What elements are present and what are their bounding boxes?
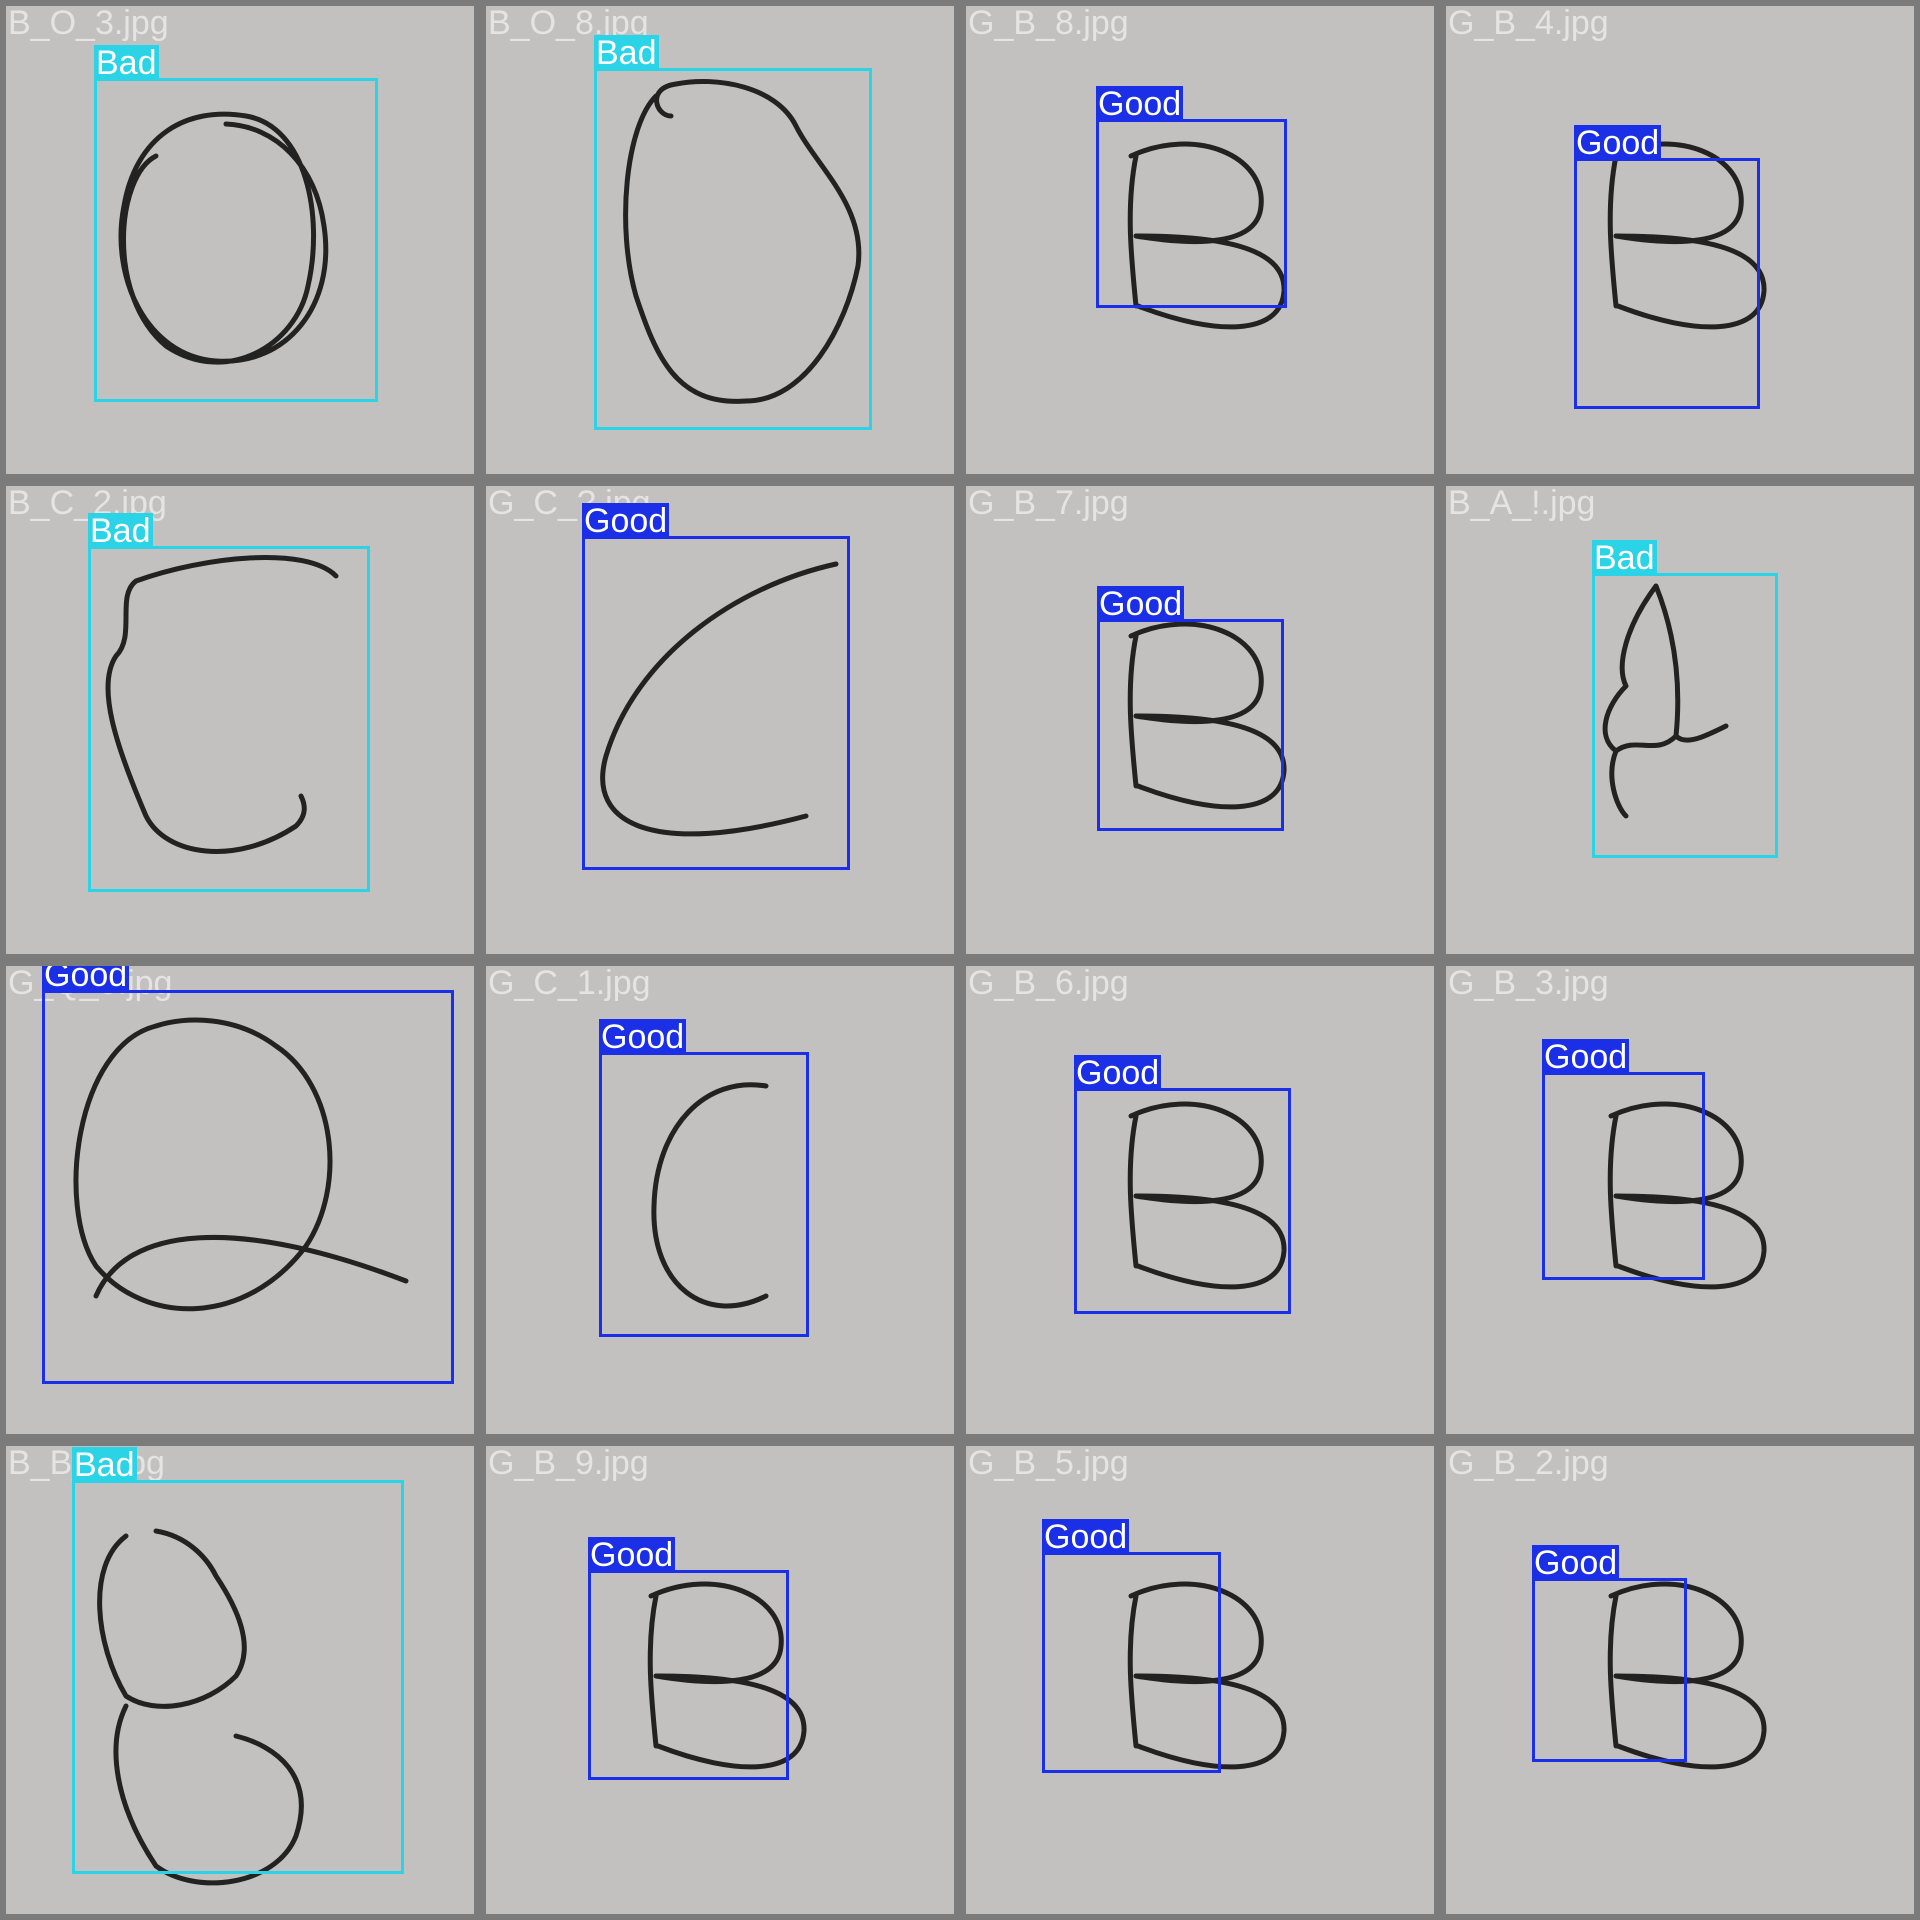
filename-label: B_A_!.jpg [1448, 486, 1596, 522]
bounding-box: Bad [94, 45, 378, 402]
image-tile[interactable]: G_Q_0.jpgGood [6, 966, 474, 1434]
filename-label: G_B_2.jpg [1448, 1446, 1609, 1482]
bounding-box: Good [1574, 125, 1760, 409]
image-tile[interactable]: G_C_?.jpg Good [486, 486, 954, 954]
bounding-box: Bad [1592, 540, 1778, 858]
class-label: Bad [72, 1446, 137, 1484]
filename-label: G_B_3.jpg [1448, 966, 1609, 1002]
filename-label: G_C_1.jpg [488, 966, 651, 1002]
image-tile[interactable]: G_B_6.jpg Good [966, 966, 1434, 1434]
bounding-box: Good [1042, 1519, 1221, 1773]
filename-label: B_O_3.jpg [8, 6, 169, 42]
class-label: Good [588, 1536, 676, 1574]
bounding-box: Good [1542, 1039, 1705, 1280]
filename-label: G_B_7.jpg [968, 486, 1129, 522]
filename-label: G_B_8.jpg [968, 6, 1129, 42]
filename-label: G_B_4.jpg [1448, 6, 1609, 42]
class-label: Good [1042, 1518, 1130, 1556]
class-label: Good [1074, 1054, 1162, 1092]
class-label: Good [1096, 85, 1184, 123]
image-tile[interactable]: B_O_8.jpg Bad [486, 6, 954, 474]
image-tile[interactable]: G_B_5.jpg Good [966, 1446, 1434, 1914]
image-tile[interactable]: G_B_3.jpg Good [1446, 966, 1914, 1434]
class-label: Good [599, 1018, 687, 1056]
image-tile[interactable]: B_O_3.jpg Bad [6, 6, 474, 474]
class-label: Bad [594, 34, 659, 72]
bounding-box: Good [582, 503, 850, 870]
class-label: Good [1532, 1544, 1620, 1582]
bounding-box: Good [1096, 86, 1287, 308]
bounding-box: Good [1097, 586, 1284, 831]
filename-label: G_B_5.jpg [968, 1446, 1129, 1482]
class-label: Good [1574, 124, 1662, 162]
image-tile[interactable]: B_B_?.jpgBad [6, 1446, 474, 1914]
class-label: Bad [94, 44, 159, 82]
image-tile[interactable]: G_B_9.jpg Good [486, 1446, 954, 1914]
class-label: Bad [1592, 539, 1657, 577]
class-label: Bad [88, 512, 153, 550]
class-label: Good [42, 966, 130, 993]
bounding-box: Good [1074, 1055, 1291, 1314]
image-tile[interactable]: B_C_2.jpg Bad [6, 486, 474, 954]
class-label: Good [1542, 1038, 1630, 1076]
class-label: Good [582, 502, 670, 540]
bounding-box: Bad [594, 35, 872, 430]
filename-label: G_B_9.jpg [488, 1446, 649, 1482]
image-tile[interactable]: G_B_8.jpg Good [966, 6, 1434, 474]
image-tile[interactable]: G_B_7.jpg Good [966, 486, 1434, 954]
bounding-box: Good [599, 1019, 809, 1337]
bounding-box: Good [588, 1537, 789, 1780]
bounding-box: Bad [72, 1447, 404, 1874]
filename-label: G_B_6.jpg [968, 966, 1129, 1002]
bounding-box: Good [42, 966, 454, 1384]
bounding-box: Bad [88, 513, 370, 892]
image-tile[interactable]: B_A_!.jpg Bad [1446, 486, 1914, 954]
bounding-box: Good [1532, 1545, 1687, 1762]
image-tile[interactable]: G_B_2.jpg Good [1446, 1446, 1914, 1914]
class-label: Good [1097, 585, 1185, 623]
image-tile[interactable]: G_B_4.jpg Good [1446, 6, 1914, 474]
image-tile[interactable]: G_C_1.jpg Good [486, 966, 954, 1434]
